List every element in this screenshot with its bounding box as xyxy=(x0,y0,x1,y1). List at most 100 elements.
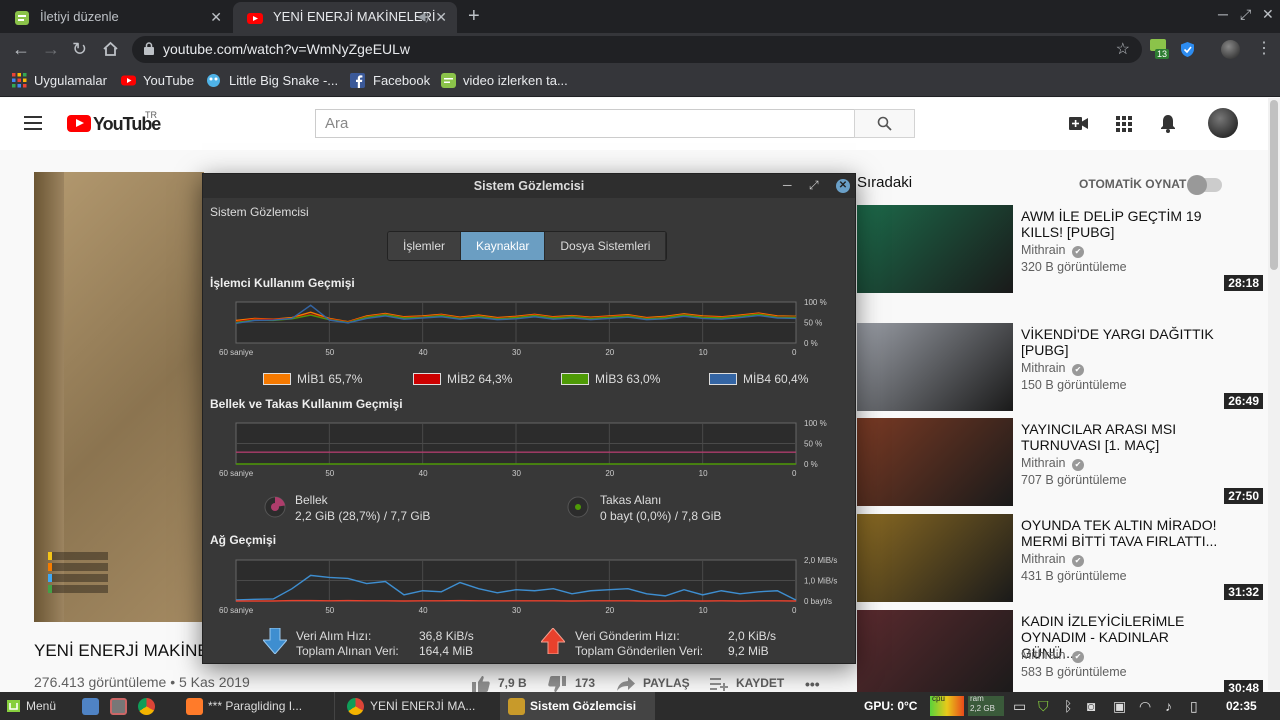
browser-tab[interactable]: İletiyi düzenle ✕ xyxy=(0,2,232,33)
forward-icon[interactable]: → xyxy=(42,39,60,59)
battery-tray-icon[interactable]: ▯ xyxy=(1190,692,1198,720)
taskbar-window-system-monitor[interactable]: Sistem Gözlemcisi xyxy=(500,692,655,720)
recommendation-title[interactable]: VİKENDİ'DE YARGI DAĞITTIK [PUBG] xyxy=(1021,326,1221,358)
bookmark-apps[interactable]: Uygulamalar xyxy=(12,73,107,88)
browser-tab-active[interactable]: YENİ ENERJİ MAKİNELERİ ◀) ✕ xyxy=(233,2,457,33)
video-player[interactable] xyxy=(34,172,204,622)
chrome-launcher-icon[interactable] xyxy=(138,698,155,715)
camera-tray-icon[interactable]: ◙ xyxy=(1087,692,1095,720)
recommendation-item[interactable]: 28:18 AWM İLE DELİP GEÇTİM 19 KILLS! [PUB… xyxy=(857,205,1267,295)
autoplay-toggle[interactable] xyxy=(1187,175,1222,195)
bookmark-video-tip[interactable]: video izlerken ta... xyxy=(441,73,568,88)
channel-name[interactable]: Mithrain ✔ xyxy=(1021,361,1084,376)
storage-tray-icon[interactable]: ▣ xyxy=(1113,692,1126,720)
minimize-icon[interactable]: ─ xyxy=(783,178,792,192)
video-thumbnail[interactable] xyxy=(857,323,1013,411)
cpu-color-swatch[interactable] xyxy=(709,373,737,385)
close-tab-icon[interactable]: ✕ xyxy=(435,2,447,32)
search-input[interactable]: Ara xyxy=(315,109,855,138)
recommendation-title[interactable]: OYUNDA TEK ALTIN MİRADO! MERMİ BİTTİ TAV… xyxy=(1021,517,1221,549)
memory-label: Bellek xyxy=(295,493,328,507)
snake-game-icon xyxy=(207,74,220,87)
x-tick-label: 10 xyxy=(699,606,708,615)
save-button[interactable]: KAYDET xyxy=(736,676,784,690)
swap-pie-icon xyxy=(567,496,589,518)
channel-name[interactable]: Mithrain ✔ xyxy=(1021,552,1084,567)
ram-graph-widget[interactable]: ram 2,2 GB xyxy=(968,694,1004,716)
apps-grid-icon[interactable] xyxy=(1116,116,1132,132)
bookmark-facebook[interactable]: Facebook xyxy=(350,73,430,88)
address-bar[interactable]: youtube.com/watch?v=WmNyZgeEULw ☆ xyxy=(132,36,1142,63)
search-button[interactable] xyxy=(854,109,915,138)
page-scrollbar[interactable] xyxy=(1268,98,1280,690)
tab-processes[interactable]: İşlemler xyxy=(388,232,462,260)
recommendation-item[interactable]: 30:48 KADIN İZLEYİCİLERİMLE OYNADIM - KAD… xyxy=(857,610,1267,700)
like-icon[interactable] xyxy=(472,676,490,692)
notifications-bell-icon[interactable] xyxy=(1160,114,1176,133)
hamburger-menu-icon[interactable] xyxy=(24,116,42,130)
channel-name[interactable]: Mithrain ✔ xyxy=(1021,648,1084,663)
channel-name[interactable]: Mithrain ✔ xyxy=(1021,243,1084,258)
app-launcher-icon[interactable] xyxy=(110,698,127,715)
x-tick-label: 40 xyxy=(419,606,428,615)
start-menu-button[interactable]: Menü xyxy=(6,692,56,720)
bookmark-youtube[interactable]: YouTube xyxy=(121,73,194,88)
recommendation-item[interactable]: 26:49 VİKENDİ'DE YARGI DAĞITTIK [PUBG] Mit… xyxy=(857,323,1267,413)
volume-tray-icon[interactable]: ♪ xyxy=(1165,692,1172,720)
more-actions-icon[interactable]: ••• xyxy=(805,676,820,692)
bookmark-star-icon[interactable]: ☆ xyxy=(1116,39,1130,59)
video-thumbnail[interactable] xyxy=(857,610,1013,698)
cpu-color-swatch[interactable] xyxy=(263,373,291,385)
wifi-tray-icon[interactable]: ◠ xyxy=(1139,692,1151,720)
cpu-color-swatch[interactable] xyxy=(561,373,589,385)
close-icon[interactable]: ✕ xyxy=(836,179,850,193)
close-tab-icon[interactable]: ✕ xyxy=(210,2,222,32)
taskbar-window-youtube[interactable]: YENİ ENERJİ MA... xyxy=(342,692,497,720)
clock[interactable]: 02:35 xyxy=(1226,692,1257,720)
channel-name[interactable]: Mithrain ✔ xyxy=(1021,456,1084,471)
minimize-window-icon[interactable]: ─ xyxy=(1218,6,1228,22)
files-launcher-icon[interactable] xyxy=(82,698,99,715)
tab-file-systems[interactable]: Dosya Sistemleri xyxy=(545,232,667,260)
video-thumbnail[interactable] xyxy=(857,205,1013,293)
home-icon[interactable] xyxy=(102,41,119,57)
save-playlist-icon[interactable] xyxy=(710,678,728,691)
clipboard-tray-icon[interactable]: ▭ xyxy=(1013,692,1026,720)
scrollbar-thumb[interactable] xyxy=(1270,100,1278,270)
taskbar-window-paragliding[interactable]: *** Paragliding I... xyxy=(180,692,335,720)
tx-rate-value: 2,0 KiB/s xyxy=(728,629,777,643)
shield-icon[interactable] xyxy=(1180,41,1195,58)
update-shield-tray-icon[interactable]: ⛉ xyxy=(1038,692,1049,720)
recommendation-title[interactable]: YAYINCILAR ARASI MSI TURNUVASI [1. MAÇ] xyxy=(1021,421,1221,453)
create-video-icon[interactable] xyxy=(1069,117,1088,130)
restore-icon[interactable]: ⤢ xyxy=(809,178,819,193)
reload-icon[interactable]: ↻ xyxy=(72,39,87,59)
window-titlebar[interactable]: Sistem Gözlemcisi xyxy=(203,174,855,198)
tab-resources[interactable]: Kaynaklar xyxy=(461,232,546,260)
menu-kebab-icon[interactable]: ⋮ xyxy=(1256,39,1272,59)
dislike-count[interactable]: 173 xyxy=(575,676,595,690)
bluetooth-tray-icon[interactable]: ᛒ xyxy=(1064,692,1072,720)
maximize-window-icon[interactable]: ⤢ xyxy=(1240,6,1251,23)
recommendation-title[interactable]: AWM İLE DELİP GEÇTİM 19 KILLS! [PUBG] xyxy=(1021,208,1221,240)
account-avatar[interactable] xyxy=(1208,108,1238,138)
close-window-icon[interactable]: ✕ xyxy=(1262,6,1274,23)
tab-audio-icon[interactable]: ◀) xyxy=(417,2,429,32)
cpu-color-swatch[interactable] xyxy=(413,373,441,385)
back-icon[interactable]: ← xyxy=(12,39,30,59)
recommendation-item[interactable]: 27:50 YAYINCILAR ARASI MSI TURNUVASI [1. … xyxy=(857,418,1267,508)
recommendation-item[interactable]: 31:32 OYUNDA TEK ALTIN MİRADO! MERMİ BİTT… xyxy=(857,514,1267,604)
video-thumbnail[interactable] xyxy=(857,418,1013,506)
share-button[interactable]: PAYLAŞ xyxy=(643,676,690,690)
cpu-graph-widget[interactable]: cpu xyxy=(930,694,964,716)
extension-icon[interactable]: 13 xyxy=(1150,39,1170,59)
video-thumbnail[interactable] xyxy=(857,514,1013,602)
new-tab-button[interactable]: + xyxy=(468,3,480,29)
system-monitor-icon xyxy=(508,698,525,715)
url-text: youtube.com/watch?v=WmNyZgeEULw xyxy=(163,41,411,57)
profile-avatar-icon[interactable] xyxy=(1221,40,1240,59)
like-count[interactable]: 7,9 B xyxy=(498,676,527,690)
dislike-icon[interactable] xyxy=(548,676,566,692)
share-icon[interactable] xyxy=(617,677,635,691)
bookmark-little-big-snake[interactable]: Little Big Snake -... xyxy=(206,73,338,88)
